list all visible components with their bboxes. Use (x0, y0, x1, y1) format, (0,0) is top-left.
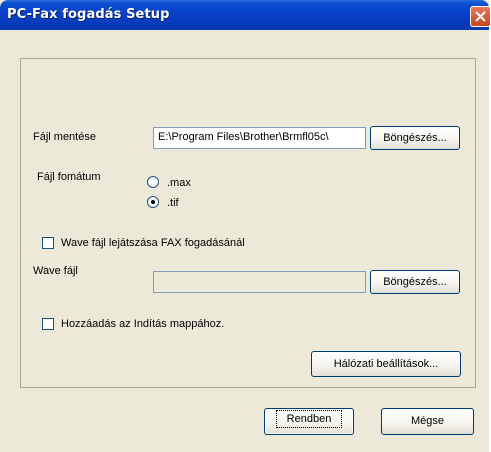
format-tif-radio[interactable] (147, 196, 159, 208)
close-button[interactable] (470, 6, 491, 27)
startup-label: Hozzáadás az Indítás mappához. (61, 318, 225, 330)
window-title: PC-Fax fogadás Setup (7, 7, 170, 22)
network-settings-button[interactable]: Hálózati beállítások... (311, 351, 461, 377)
browse-wave-file-button[interactable]: Böngészés... (370, 270, 460, 294)
settings-group (20, 58, 476, 388)
wave-play-label: Wave fájl lejátszása FAX fogadásánál (61, 237, 245, 249)
wave-play-checkbox[interactable] (42, 237, 54, 249)
save-file-label: Fájl mentése (33, 131, 96, 143)
format-max-label: .max (167, 177, 191, 189)
wave-file-field (153, 271, 366, 293)
save-path-field[interactable]: E:\Program Files\Brother\Brmfl05c\ (153, 127, 366, 149)
ok-button-label: Rendben (275, 410, 343, 428)
format-tif-label: .tif (167, 197, 179, 209)
startup-checkbox[interactable] (42, 318, 54, 330)
wave-file-label: Wave fájl (33, 265, 78, 277)
dialog-window: PC-Fax fogadás Setup Fájl mentése E:\Pro… (0, 0, 491, 452)
file-format-label: Fájl fomátum (37, 171, 101, 183)
ok-button[interactable]: Rendben (264, 408, 354, 435)
title-bar[interactable]: PC-Fax fogadás Setup (0, 0, 491, 30)
close-icon (475, 11, 486, 22)
browse-save-path-button[interactable]: Böngészés... (370, 126, 460, 150)
format-max-radio[interactable] (147, 176, 159, 188)
cancel-button[interactable]: Mégse (381, 408, 474, 435)
